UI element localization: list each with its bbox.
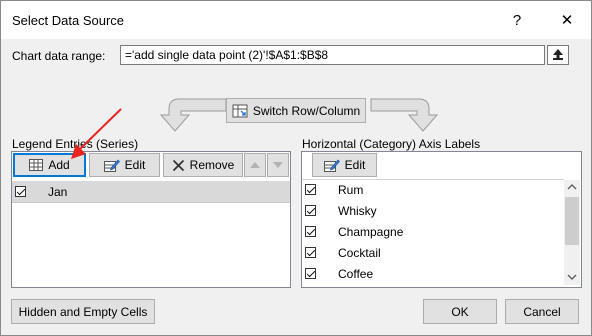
- remove-icon: [172, 159, 184, 171]
- axis-item-label: Whisky: [338, 203, 377, 218]
- hidden-empty-cells-button[interactable]: Hidden and Empty Cells: [11, 299, 155, 324]
- move-down-icon: [273, 162, 283, 168]
- edit-axis-icon: [323, 159, 340, 172]
- ok-button[interactable]: OK: [423, 299, 497, 324]
- scrollbar-thumb[interactable]: [565, 197, 579, 245]
- move-down-button[interactable]: [267, 153, 289, 177]
- move-up-button[interactable]: [244, 153, 266, 177]
- switch-row-column-icon: [232, 104, 248, 117]
- axis-list-item[interactable]: Cocktail: [302, 242, 564, 263]
- edit-series-label: Edit: [124, 158, 146, 172]
- right-curved-arrow-icon: [370, 98, 439, 132]
- remove-series-label: Remove: [189, 158, 235, 172]
- scroll-down-icon[interactable]: [567, 274, 577, 281]
- add-series-icon: [29, 159, 44, 171]
- checkbox-checked-icon[interactable]: [305, 205, 316, 216]
- axis-list-scrollbar[interactable]: [564, 180, 580, 285]
- chart-data-range-label: Chart data range:: [12, 49, 106, 63]
- annotation-arrow-icon: [71, 108, 122, 159]
- remove-series-button[interactable]: Remove: [163, 153, 243, 177]
- ok-label: OK: [451, 304, 469, 319]
- dialog-title: Select Data Source: [12, 13, 125, 28]
- collapse-dialog-icon: [553, 49, 563, 60]
- edit-axis-labels-button[interactable]: Edit: [312, 153, 377, 177]
- cancel-label: Cancel: [523, 304, 561, 319]
- chart-data-range-input[interactable]: ='add single data point (2)'!$A$1:$B$8: [120, 45, 545, 65]
- title-bar: Select Data Source ? ✕: [1, 1, 591, 39]
- cancel-button[interactable]: Cancel: [505, 299, 579, 324]
- checkbox-checked-icon[interactable]: [305, 184, 316, 195]
- axis-list-item[interactable]: Coffee: [302, 263, 564, 284]
- hidden-empty-cells-label: Hidden and Empty Cells: [18, 304, 148, 319]
- edit-axis-labels-label: Edit: [344, 158, 366, 172]
- move-up-icon: [250, 162, 260, 168]
- series-name: Jan: [48, 184, 68, 199]
- axis-item-label: Cocktail: [338, 245, 381, 260]
- axis-list-item[interactable]: Whisky: [302, 200, 564, 221]
- switch-row-column-label: Switch Row/Column: [252, 103, 361, 118]
- checkbox-checked-icon[interactable]: [305, 268, 316, 279]
- help-icon[interactable]: ?: [505, 9, 529, 33]
- switch-row-column-button[interactable]: Switch Row/Column: [226, 98, 366, 123]
- collapse-dialog-button[interactable]: [547, 45, 569, 65]
- axis-item-label: Champagne: [338, 224, 404, 239]
- select-data-source-dialog: Select Data Source ? ✕ Chart data range:…: [0, 0, 592, 336]
- axis-list-item[interactable]: Champagne: [302, 221, 564, 242]
- checkbox-checked-icon[interactable]: [305, 226, 316, 237]
- series-list-item[interactable]: Jan: [12, 181, 290, 203]
- left-curved-arrow-icon: [159, 98, 227, 132]
- close-icon[interactable]: ✕: [552, 9, 582, 33]
- axis-item-label: Coffee: [338, 266, 374, 281]
- checkbox-checked-icon[interactable]: [15, 186, 26, 197]
- scroll-up-icon[interactable]: [567, 183, 577, 190]
- axis-item-label: Rum: [338, 182, 364, 197]
- axis-labels-label: Horizontal (Category) Axis Labels: [302, 137, 481, 151]
- axis-list-item[interactable]: Rum: [302, 179, 564, 200]
- checkbox-checked-icon[interactable]: [305, 247, 316, 258]
